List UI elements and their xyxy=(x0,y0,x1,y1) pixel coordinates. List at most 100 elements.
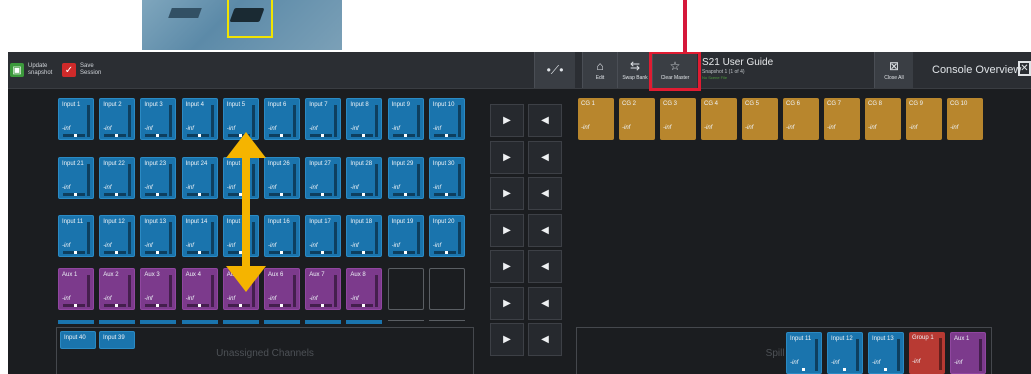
channel-strip[interactable]: Input 2 -inf xyxy=(99,98,136,140)
bank-left-button[interactable]: ◀ xyxy=(528,323,562,356)
bank-right-button[interactable]: ▶ xyxy=(490,140,524,174)
channel-strip[interactable]: Input 29 -inf xyxy=(387,157,424,199)
channel-strip[interactable]: Input 21 -inf xyxy=(58,157,94,199)
level-meter xyxy=(128,105,132,137)
channel-strip[interactable]: Input 30 -inf xyxy=(428,157,465,199)
channel-strip[interactable] xyxy=(305,320,342,324)
channel-name: Aux 4 xyxy=(185,272,201,278)
channel-name: Input 5 xyxy=(226,102,246,108)
channel-strip[interactable]: Input 3 -inf xyxy=(140,98,177,140)
channel-strip[interactable]: Input 4 -inf xyxy=(181,98,218,140)
channel-strip[interactable]: Input 6 -inf xyxy=(264,98,300,140)
bank-right-button[interactable]: ▶ xyxy=(490,213,524,247)
channel-strip[interactable]: Aux 3 -inf xyxy=(140,268,177,310)
channel-strip[interactable]: Aux 4 -inf xyxy=(181,268,218,310)
fader-position xyxy=(362,251,366,254)
control-group[interactable]: CG 6 -inf xyxy=(783,98,819,140)
channel-strip[interactable] xyxy=(428,320,465,325)
empty-slot[interactable] xyxy=(428,268,465,310)
channel-strip[interactable]: Input 19 -inf xyxy=(387,215,424,257)
control-group[interactable]: CG 5 -inf xyxy=(742,98,778,140)
swap-bank-button[interactable]: ⇆ Swap Bank xyxy=(617,52,652,88)
channel-strip[interactable] xyxy=(346,320,383,324)
bank-right-button[interactable]: ▶ xyxy=(490,250,524,283)
channel-strip[interactable]: Input 20 -inf xyxy=(428,215,465,257)
channel-strip[interactable]: Input 16 -inf xyxy=(264,215,300,257)
control-group[interactable]: CG 2 -inf xyxy=(619,98,655,140)
close-all-button[interactable]: ⊠ Close All xyxy=(874,52,913,88)
update-snapshot-button[interactable]: ▣ Update snapshot xyxy=(10,52,52,88)
control-group[interactable]: CG 10 -inf xyxy=(947,98,983,140)
channel-strip[interactable]: Input 24 -inf xyxy=(181,157,218,199)
spill-channel[interactable]: Aux 1 -inf xyxy=(950,332,986,374)
channel-strip[interactable]: Aux 7 -inf xyxy=(305,268,342,310)
spill-channel[interactable]: Input 11 -inf xyxy=(786,332,822,374)
spill-channel[interactable]: Group 1 -inf xyxy=(909,332,945,374)
bank-right-button[interactable]: ▶ xyxy=(490,323,524,356)
channel-strip[interactable]: Input 14 -inf xyxy=(181,215,218,257)
channel-strip[interactable]: Input 22 -inf xyxy=(99,157,136,199)
control-group[interactable]: CG 9 -inf xyxy=(906,98,942,140)
channel-strip[interactable]: Input 10 -inf xyxy=(428,98,465,140)
edit-button[interactable]: ⌂ Edit xyxy=(582,52,617,88)
channel-strip[interactable]: Aux 8 -inf xyxy=(346,268,383,310)
channel-strip[interactable]: Input 28 -inf xyxy=(346,157,383,199)
channel-strip[interactable]: Input 13 -inf xyxy=(140,215,177,257)
channel-strip[interactable] xyxy=(222,320,259,324)
empty-slot[interactable] xyxy=(387,268,424,310)
documentation-photo xyxy=(142,0,342,50)
channel-strip[interactable]: Input 17 -inf xyxy=(305,215,342,257)
channel-strip[interactable]: Aux 1 -inf xyxy=(58,268,94,310)
bank-right-button[interactable]: ▶ xyxy=(490,177,524,210)
control-group[interactable]: CG 8 -inf xyxy=(865,98,901,140)
channel-strip[interactable] xyxy=(99,320,136,324)
routing-button[interactable]: •⟋• xyxy=(534,52,575,88)
channel-strip[interactable]: Input 7 -inf xyxy=(305,98,342,140)
channel-strip[interactable]: Input 9 -inf xyxy=(387,98,424,140)
fader-level: -inf xyxy=(103,126,112,132)
channel-strip[interactable]: Input 27 -inf xyxy=(305,157,342,199)
control-group[interactable]: CG 4 -inf xyxy=(701,98,737,140)
channel-strip[interactable] xyxy=(264,320,300,324)
channel-strip[interactable] xyxy=(140,320,177,324)
close-icon[interactable]: ✕ xyxy=(1018,61,1031,76)
fader-level: -inf xyxy=(350,296,359,302)
spill-channel[interactable]: Input 12 -inf xyxy=(827,332,863,374)
bank-left-button[interactable]: ◀ xyxy=(528,104,562,137)
control-group[interactable]: CG 1 -inf xyxy=(578,98,614,140)
fader-level: -inf xyxy=(144,126,153,132)
level-meter xyxy=(416,222,420,254)
channel-name: Input 4 xyxy=(185,102,204,108)
channel-strip[interactable]: Aux 6 -inf xyxy=(264,268,300,310)
channel-strip[interactable] xyxy=(387,320,424,325)
unassigned-channel[interactable]: Input 40 xyxy=(60,331,96,349)
control-group[interactable]: CG 3 -inf xyxy=(660,98,696,140)
channel-strip[interactable]: Input 23 -inf xyxy=(140,157,177,199)
fader-position xyxy=(197,304,201,307)
level-meter xyxy=(169,164,173,196)
bank-right-button[interactable]: ▶ xyxy=(490,286,524,320)
bank-left-button[interactable]: ◀ xyxy=(528,250,562,283)
level-meter xyxy=(375,222,379,254)
unassigned-channel[interactable]: Input 39 xyxy=(99,331,135,349)
channel-strip[interactable]: Input 8 -inf xyxy=(346,98,383,140)
channel-strip[interactable] xyxy=(58,320,94,324)
bank-left-button[interactable]: ◀ xyxy=(528,213,562,247)
spill-channel[interactable]: Input 13 -inf xyxy=(868,332,904,374)
save-session-button[interactable]: ✓ Save Session xyxy=(62,52,101,88)
channel-strip[interactable]: Input 18 -inf xyxy=(346,215,383,257)
control-group[interactable]: CG 7 -inf xyxy=(824,98,860,140)
channel-strip[interactable]: Input 11 -inf xyxy=(58,215,94,257)
channel-strip[interactable] xyxy=(181,320,218,324)
bank-left-button[interactable]: ◀ xyxy=(528,177,562,210)
fader-level: -inf xyxy=(432,126,442,132)
fader-position xyxy=(197,251,201,254)
channel-strip[interactable]: Input 12 -inf xyxy=(99,215,136,257)
channel-strip[interactable]: Aux 2 -inf xyxy=(99,268,136,310)
channel-strip[interactable]: Input 1 -inf xyxy=(58,98,94,140)
close-all-label: Close All xyxy=(884,75,904,81)
bank-left-button[interactable]: ◀ xyxy=(528,286,562,320)
channel-strip[interactable]: Input 26 -inf xyxy=(264,157,300,199)
bank-right-button[interactable]: ▶ xyxy=(490,104,524,137)
bank-left-button[interactable]: ◀ xyxy=(528,140,562,174)
